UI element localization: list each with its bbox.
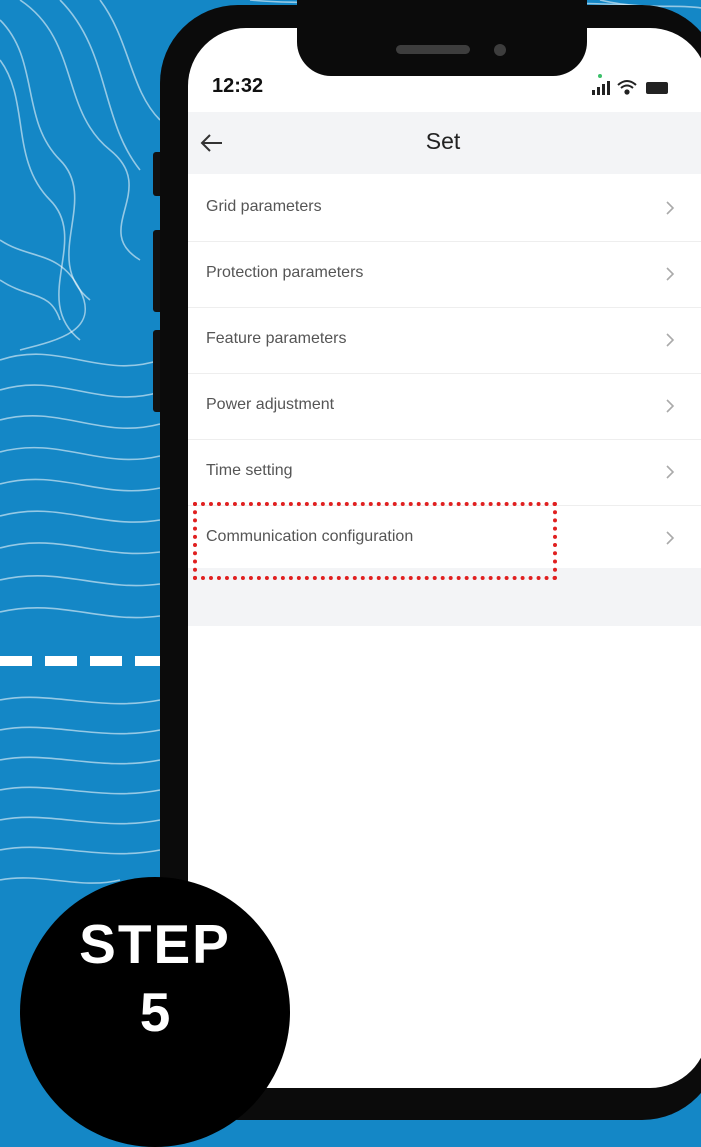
- settings-item-time-setting[interactable]: Time setting: [188, 440, 701, 506]
- settings-item-protection-parameters[interactable]: Protection parameters: [188, 242, 701, 308]
- battery-icon: [646, 82, 668, 94]
- camera-icon: [494, 44, 506, 56]
- speaker-icon: [396, 45, 470, 54]
- chevron-right-icon: [666, 267, 675, 281]
- signal-icon: [592, 81, 610, 95]
- chevron-right-icon: [666, 465, 675, 479]
- wifi-icon: [617, 80, 637, 95]
- phone-notch: [297, 0, 587, 76]
- settings-item-label: Feature parameters: [206, 330, 347, 347]
- settings-item-label: Time setting: [206, 462, 293, 479]
- settings-item-grid-parameters[interactable]: Grid parameters: [188, 176, 701, 242]
- chevron-right-icon: [666, 531, 675, 545]
- settings-item-label: Power adjustment: [206, 396, 335, 413]
- page-title: Set: [425, 128, 461, 154]
- status-icons: [592, 74, 668, 95]
- chevron-right-icon: [666, 201, 675, 215]
- status-time: 12:32: [212, 75, 264, 97]
- settings-item-label: Grid parameters: [206, 198, 322, 215]
- activity-dot-icon: [598, 74, 602, 78]
- chevron-right-icon: [666, 399, 675, 413]
- settings-item-feature-parameters[interactable]: Feature parameters: [188, 308, 701, 374]
- settings-item-label: Protection parameters: [206, 264, 364, 281]
- step-number: 5: [139, 981, 171, 1043]
- connector-dashed-line: [0, 656, 180, 666]
- chevron-right-icon: [666, 333, 675, 347]
- highlight-box: [193, 502, 557, 580]
- step-label: STEP: [79, 913, 231, 975]
- back-arrow-icon[interactable]: [196, 127, 228, 159]
- settings-item-power-adjustment[interactable]: Power adjustment: [188, 374, 701, 440]
